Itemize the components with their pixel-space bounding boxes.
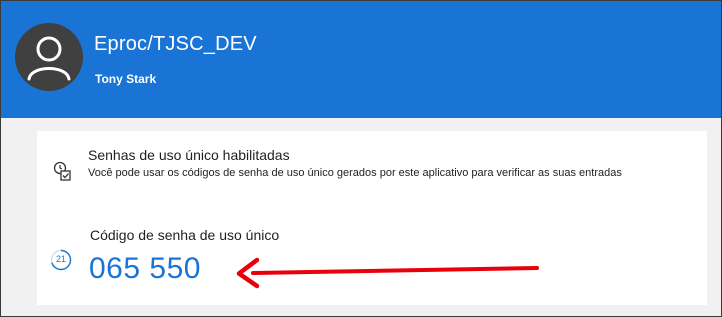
- account-user-name: Tony Stark: [95, 72, 157, 86]
- otp-status-description: Você pode usar os códigos de senha de us…: [88, 167, 622, 179]
- otp-enabled-icon: [53, 161, 71, 181]
- otp-status-title: Senhas de uso único habilitadas: [88, 147, 290, 163]
- otp-code[interactable]: 065 550: [89, 251, 201, 287]
- red-arrow-left-icon: [236, 257, 539, 289]
- avatar: [15, 23, 83, 91]
- person-icon: [27, 36, 71, 81]
- timer-seconds: 21: [55, 254, 66, 264]
- otp-label: Código de senha de uso único: [90, 227, 280, 243]
- account-name: Eproc/TJSC_DEV: [94, 33, 257, 55]
- account-window: Eproc/TJSC_DEV Tony Stark Senhas de uso …: [0, 0, 722, 317]
- account-header: Eproc/TJSC_DEV Tony Stark: [1, 1, 721, 118]
- otp-timer: 21: [50, 249, 72, 271]
